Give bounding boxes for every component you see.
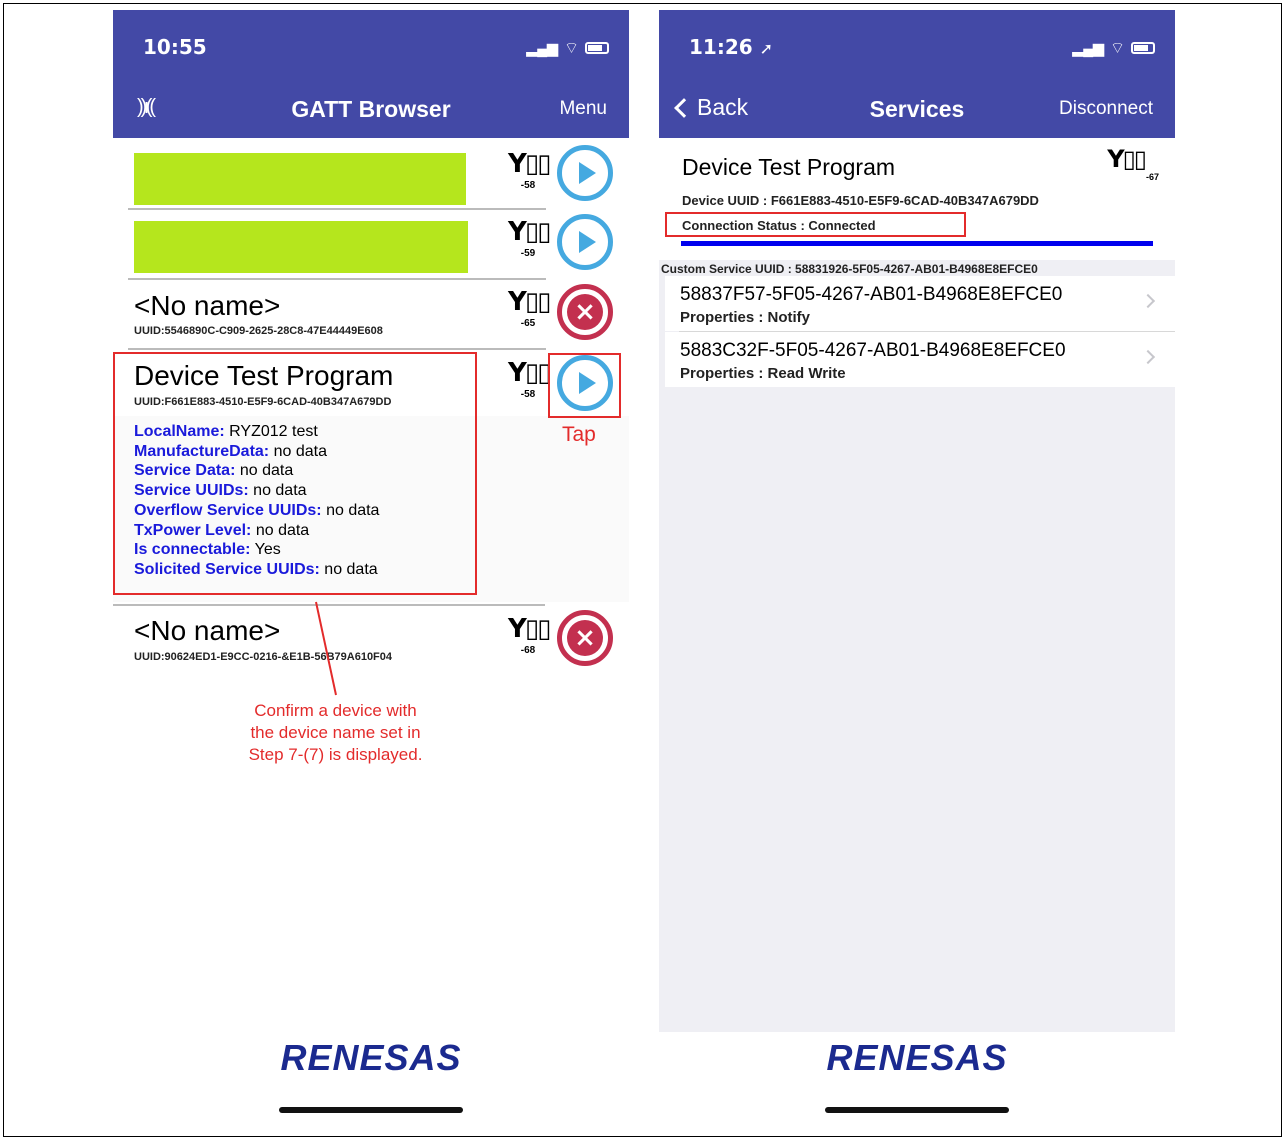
home-indicator[interactable] (279, 1107, 463, 1113)
close-icon: × (567, 294, 603, 330)
chevron-right-icon (1140, 349, 1156, 365)
row-divider (128, 208, 546, 210)
antenna-icon: Y▯▯ (508, 217, 551, 247)
row-divider (128, 348, 546, 350)
battery-icon (1131, 42, 1155, 54)
highlight-connect-box (548, 353, 621, 418)
battery-icon (585, 42, 609, 54)
cellular-signal-icon: ▂▄▆ (1072, 39, 1104, 56)
status-indicators: ▂▄▆ ⌔ (1072, 38, 1155, 58)
location-arrow-icon: ➚ (759, 39, 774, 58)
device-uuid: UUID:90624ED1-E9CC-0216-&E1B-56B79A610F0… (134, 651, 393, 663)
rssi-value: -58 (520, 180, 536, 191)
signal-strength: Y▯▯ -65 (508, 287, 551, 329)
signal-strength: Y▯▯ -58 (508, 149, 551, 191)
service-header: Custom Service UUID : 58831926-5F05-4267… (661, 262, 1038, 276)
unavailable-button[interactable]: × (557, 610, 613, 666)
gatt-browser-screen: 10:55 ▂▄▆ ⌔ ))ᵻ(( GATT Browser Menu Y▯▯ … (113, 10, 629, 1130)
rssi-value: -67 (1145, 172, 1159, 182)
antenna-icon: Y▯▯ (1107, 145, 1147, 173)
rssi-value: -65 (520, 318, 536, 329)
highlight-device-box (113, 352, 477, 595)
row-divider (128, 278, 546, 280)
unavailable-button[interactable]: × (557, 284, 613, 340)
renesas-logo: RENESAS (826, 1037, 1008, 1078)
close-icon: × (567, 620, 603, 656)
cellular-signal-icon: ▂▄▆ (526, 39, 558, 56)
wifi-icon: ⌔ (563, 40, 579, 57)
device-uuid: Device UUID : F661E883-4510-E5F9-6CAD-40… (682, 193, 1039, 208)
signal-strength: Y▯▯ -68 (508, 614, 551, 656)
antenna-icon: Y▯▯ (508, 614, 551, 644)
renesas-logo: RENESAS (280, 1037, 462, 1078)
signal-strength: Y▯▯ -67 (1107, 145, 1159, 182)
home-indicator[interactable] (825, 1107, 1009, 1113)
rssi-value: -59 (520, 248, 536, 259)
disconnect-button[interactable]: Disconnect (1059, 98, 1153, 120)
antenna-icon: Y▯▯ (508, 149, 551, 179)
play-arrow-icon (579, 162, 596, 184)
device-name: <No name> (134, 290, 281, 321)
rssi-value: -58 (520, 389, 536, 400)
connect-button[interactable] (557, 214, 613, 270)
nav-bar: Back Services Disconnect (659, 80, 1175, 138)
play-arrow-icon (579, 231, 596, 253)
characteristic-row[interactable]: 58837F57-5F05-4267-AB01-B4968E8EFCE0 Pro… (665, 276, 1175, 331)
confirm-annotation: Confirm a device with the device name se… (248, 701, 423, 764)
signal-strength: Y▯▯ -58 (508, 358, 551, 400)
chevron-right-icon (1140, 293, 1156, 309)
device-name: Device Test Program (682, 154, 896, 180)
status-indicators: ▂▄▆ ⌔ (526, 38, 609, 58)
callout-line (315, 601, 337, 696)
status-underline (681, 241, 1153, 246)
device-name: <No name> (134, 615, 281, 646)
status-time: 11:26 ➚ (689, 35, 774, 59)
characteristic-uuid: 58837F57-5F05-4267-AB01-B4968E8EFCE0 (680, 284, 1063, 305)
characteristic-row[interactable]: 5883C32F-5F05-4267-AB01-B4968E8EFCE0 Pro… (665, 332, 1175, 387)
services-screen: 11:26 ➚ ▂▄▆ ⌔ Back Services Disconnect D… (659, 10, 1175, 1130)
highlight-status-box (665, 212, 966, 237)
rssi-value: -68 (520, 645, 536, 656)
antenna-icon: Y▯▯ (508, 358, 551, 388)
characteristic-properties: Properties : Notify (680, 309, 811, 326)
page-title: GATT Browser (291, 96, 451, 122)
connect-button[interactable] (557, 145, 613, 201)
characteristic-uuid: 5883C32F-5F05-4267-AB01-B4968E8EFCE0 (680, 340, 1066, 361)
device-header: Device Test Program Y▯▯ -67 Device UUID … (659, 138, 1175, 260)
menu-button[interactable]: Menu (559, 98, 607, 120)
characteristic-properties: Properties : Read Write (680, 365, 846, 382)
device-uuid: UUID:5546890C-C909-2625-28C8-47E44449E60… (134, 325, 383, 337)
antenna-icon: Y▯▯ (508, 287, 551, 317)
status-bar: 11:26 ➚ ▂▄▆ ⌔ (659, 10, 1175, 80)
wifi-icon: ⌔ (1109, 40, 1125, 57)
status-time: 10:55 (143, 35, 207, 59)
masked-device-name (134, 221, 468, 273)
status-bar: 10:55 ▂▄▆ ⌔ (113, 10, 629, 80)
tap-annotation: Tap (562, 423, 596, 446)
masked-device-name (134, 153, 466, 205)
nav-bar: ))ᵻ(( GATT Browser Menu (113, 80, 629, 138)
signal-strength: Y▯▯ -59 (508, 217, 551, 259)
